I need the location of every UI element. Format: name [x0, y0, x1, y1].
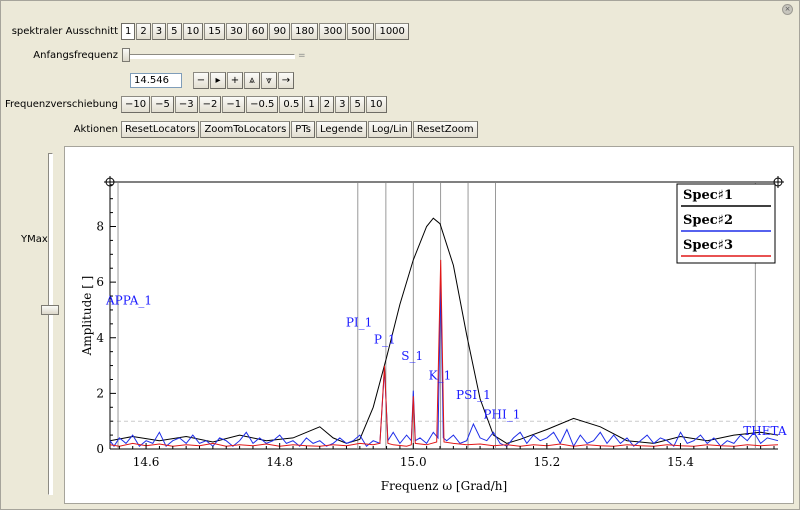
- marker-label-4: K_1: [429, 368, 452, 382]
- action-button-1[interactable]: ZoomToLocators: [200, 121, 291, 138]
- spectral-range-button-8[interactable]: 90: [269, 23, 291, 40]
- x-tick-label-2: 15.0: [400, 455, 427, 469]
- x-tick-label-4: 15.4: [667, 455, 694, 469]
- spectral-range-button-0[interactable]: 1: [121, 23, 136, 40]
- stepper-button-5[interactable]: →: [278, 72, 294, 89]
- spectral-range-button-11[interactable]: 500: [347, 23, 375, 40]
- y-tick-label-4: 8: [96, 220, 104, 234]
- y-axis-label: Amplitude [ ]: [80, 276, 94, 357]
- spectral-range-button-5[interactable]: 15: [204, 23, 225, 40]
- actions-button-group: ResetLocators ZoomToLocators PTs Legende Log…: [121, 121, 479, 138]
- spectral-range-label: spektraler Ausschnitt: [11, 26, 118, 37]
- frequency-shift-button-6[interactable]: 0.5: [279, 96, 304, 113]
- x-axis-label: Frequenz ω [Grad/h]: [381, 479, 507, 493]
- ymax-label: YMax: [21, 234, 48, 245]
- action-button-2[interactable]: PTs: [291, 121, 315, 138]
- frequency-shift-button-7[interactable]: 1: [304, 96, 319, 113]
- marker-label-0: APPA_1: [105, 293, 152, 307]
- frequency-stepper-group: − ▸ + ⩓ ⩔ →: [193, 72, 295, 89]
- spectral-range-button-3[interactable]: 5: [167, 23, 182, 40]
- legend-label-1: Spec♯2: [683, 213, 733, 228]
- spectral-range-button-12[interactable]: 1000: [375, 23, 409, 40]
- marker-label-6: PHI_1: [483, 407, 520, 421]
- spectral-range-button-1[interactable]: 2: [136, 23, 151, 40]
- frequency-shift-button-group: −10 −5 −3 −2 −1 −0.5 0.5 1 2 3 5 10: [121, 96, 388, 113]
- stepper-button-3[interactable]: ⩓: [244, 72, 260, 89]
- y-tick-label-2: 4: [96, 331, 104, 345]
- start-frequency-input[interactable]: [130, 73, 182, 88]
- spectral-range-button-10[interactable]: 300: [319, 23, 347, 40]
- frequency-shift-button-2[interactable]: −3: [174, 96, 198, 113]
- x-tick-label-3: 15.2: [534, 455, 561, 469]
- marker-label-2: P_1: [374, 332, 396, 346]
- stepper-button-4[interactable]: ⩔: [261, 72, 277, 89]
- spectral-range-button-group: 1 2 3 5 10 15 30 60 90 180 300 500 1000: [121, 23, 410, 40]
- stepper-button-0[interactable]: −: [193, 72, 209, 89]
- ymax-slider-thumb[interactable]: [41, 304, 59, 315]
- frequency-shift-button-4[interactable]: −1: [222, 96, 246, 113]
- frequency-shift-button-11[interactable]: 10: [365, 96, 387, 113]
- x-tick-label-0: 14.6: [133, 455, 160, 469]
- frequency-shift-button-8[interactable]: 2: [319, 96, 335, 113]
- series-line-2: [109, 259, 779, 447]
- spectral-range-button-7[interactable]: 60: [247, 23, 269, 40]
- start-frequency-label: Anfangsfrequenz: [33, 50, 118, 61]
- marker-label-7: THETA: [743, 424, 787, 438]
- stepper-button-2[interactable]: +: [227, 72, 243, 89]
- legend-label-0: Spec♯1: [683, 188, 733, 203]
- action-button-3[interactable]: Legende: [316, 121, 367, 138]
- frequency-shift-button-3[interactable]: −2: [198, 96, 222, 113]
- action-button-4[interactable]: Log/Lin: [367, 121, 412, 138]
- frequency-shift-button-5[interactable]: −0.5: [246, 96, 279, 113]
- app-window: × spektraler Ausschnitt 1 2 3 5 10 15 30 60 90 18…: [0, 0, 800, 510]
- frequency-shift-button-9[interactable]: 3: [335, 96, 350, 113]
- frequency-shift-label: Frequenzverschiebung: [4, 99, 118, 110]
- spectrum-chart[interactable]: APPA_1 PI_1P_1 S_1 K_1 PSI_1 PHI_1 THETA 14.6 14…: [65, 147, 793, 503]
- start-frequency-slider-track[interactable]: [125, 54, 295, 59]
- y-tick-label-0: 0: [96, 442, 104, 456]
- marker-label-1: PI_1: [346, 316, 372, 330]
- actions-label: Aktionen: [73, 124, 118, 135]
- plot-frame: APPA_1 PI_1 P_1 S_1 K_1 PSI_1 PHI_1 THETA 14.6 14…: [64, 146, 794, 504]
- marker-label-3: S_1: [401, 349, 423, 363]
- marker-label-5: PSI_1: [456, 388, 491, 402]
- frequency-shift-button-0[interactable]: −10: [121, 96, 151, 113]
- action-button-0[interactable]: ResetLocators: [121, 121, 200, 138]
- x-tick-label-1: 14.8: [266, 455, 293, 469]
- slider-expand-icon[interactable]: =: [298, 51, 306, 61]
- ymax-slider-track[interactable]: [48, 153, 53, 495]
- y-tick-label-3: 6: [96, 275, 104, 289]
- frequency-shift-button-10[interactable]: 5: [350, 96, 365, 113]
- close-icon[interactable]: ×: [782, 4, 793, 15]
- spectral-range-button-6[interactable]: 30: [225, 23, 247, 40]
- y-tick-label-1: 2: [96, 386, 104, 400]
- start-frequency-slider-thumb[interactable]: [122, 48, 130, 62]
- spectral-range-button-4[interactable]: 10: [182, 23, 204, 40]
- spectral-range-button-2[interactable]: 3: [151, 23, 167, 40]
- legend-label-2: Spec♯3: [683, 238, 733, 253]
- stepper-button-1[interactable]: ▸: [210, 72, 226, 89]
- frequency-shift-button-1[interactable]: −5: [151, 96, 174, 113]
- action-button-5[interactable]: ResetZoom: [412, 121, 478, 138]
- spectral-range-button-9[interactable]: 180: [291, 23, 319, 40]
